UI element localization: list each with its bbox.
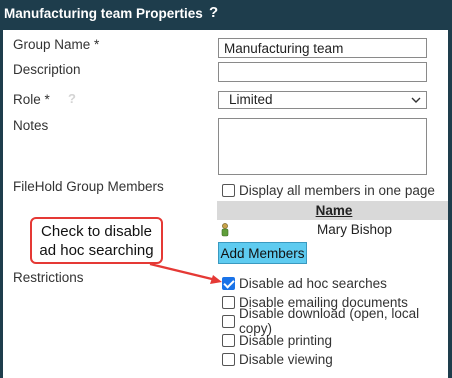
restriction-viewing-row[interactable]: Disable viewing — [222, 350, 333, 368]
role-label: Role * — [13, 92, 50, 107]
role-help-icon[interactable]: ? — [68, 91, 78, 106]
role-selected-value: Limited — [229, 92, 273, 107]
name-column-header[interactable]: Name — [316, 203, 353, 218]
restriction-viewing-label: Disable viewing — [239, 351, 333, 367]
restrictions-label: Restrictions — [13, 270, 84, 285]
callout-line-2: ad hoc searching — [39, 242, 154, 259]
callout-line-1: Check to disable — [41, 223, 152, 240]
members-table-header: Name — [217, 201, 448, 220]
restriction-ad-hoc-search-row[interactable]: Disable ad hoc searches — [222, 274, 387, 292]
restriction-printing-checkbox[interactable] — [222, 333, 235, 347]
show-all-members-label: Display all members in one page — [239, 182, 435, 198]
restriction-printing-label: Disable printing — [239, 332, 333, 348]
group-name-input[interactable] — [218, 38, 427, 58]
table-row[interactable]: Mary Bishop — [217, 220, 448, 240]
role-select[interactable]: Limited — [218, 91, 427, 109]
restriction-download-row[interactable]: Disable download (open, local copy) — [222, 306, 452, 336]
dialog-title: Manufacturing team Properties — [4, 6, 203, 21]
restriction-ad-hoc-search-label: Disable ad hoc searches — [239, 275, 387, 291]
group-name-label: Group Name * — [13, 37, 100, 52]
show-all-members-checkbox-row[interactable]: Display all members in one page — [222, 181, 435, 199]
add-members-button[interactable]: Add Members — [218, 242, 307, 264]
member-name: Mary Bishop — [317, 222, 393, 237]
restriction-printing-row[interactable]: Disable printing — [222, 331, 332, 349]
restriction-emailing-checkbox[interactable] — [222, 295, 235, 309]
notes-textarea[interactable] — [218, 118, 427, 175]
notes-label: Notes — [13, 118, 49, 133]
annotation-callout: Check to disable ad hoc searching — [30, 217, 163, 264]
chevron-down-icon — [411, 97, 421, 103]
restriction-download-checkbox[interactable] — [222, 314, 235, 328]
description-input[interactable] — [218, 62, 427, 82]
group-members-label: FileHold Group Members — [13, 179, 164, 194]
show-all-members-checkbox[interactable] — [222, 183, 235, 197]
restriction-viewing-checkbox[interactable] — [222, 352, 235, 366]
person-icon — [221, 223, 229, 237]
dialog-border-left — [0, 30, 3, 378]
description-label: Description — [13, 62, 81, 77]
help-icon[interactable]: ? — [209, 4, 218, 21]
dialog-title-bar: Manufacturing team Properties ? — [0, 0, 452, 30]
restriction-ad-hoc-search-checkbox[interactable] — [222, 276, 235, 290]
